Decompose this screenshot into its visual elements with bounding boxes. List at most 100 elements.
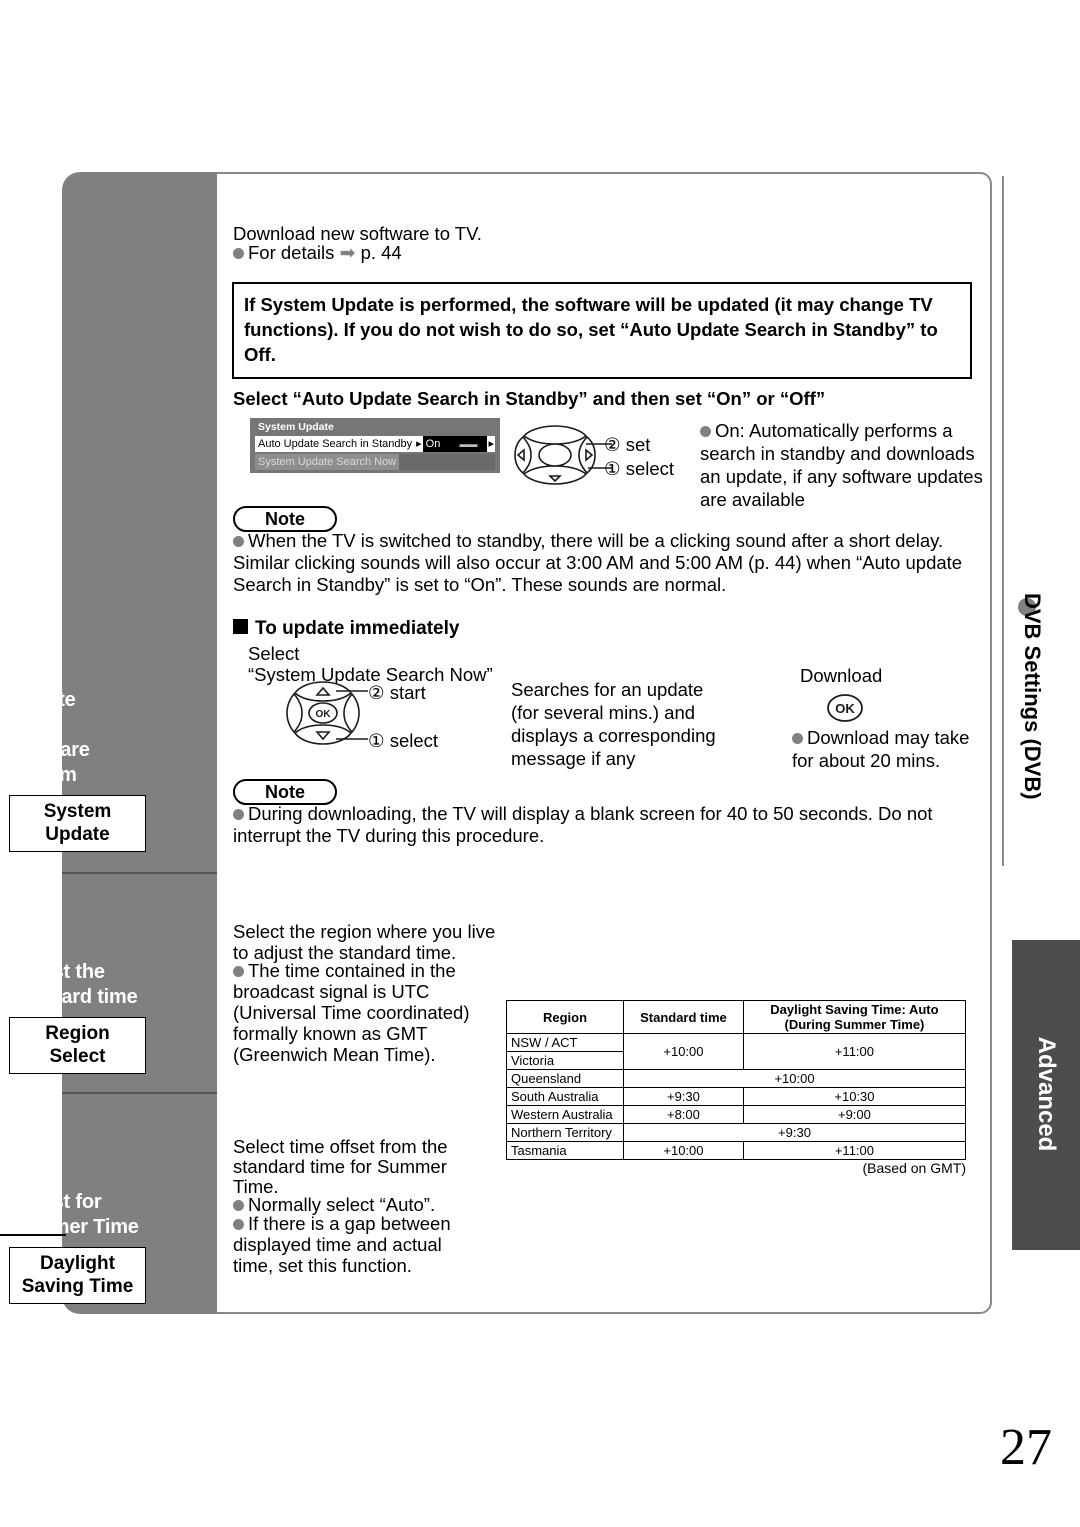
- sidebar-chip-region-select[interactable]: Region Select: [9, 1017, 146, 1074]
- ok-button-icon[interactable]: OK: [824, 692, 866, 724]
- table-header-row: Region Standard time Daylight Saving Tim…: [506, 1000, 967, 1034]
- heading-line: software: [9, 739, 90, 761]
- cell-standard-time: +8:00: [623, 1105, 744, 1124]
- note-1-text: When the TV is switched to standby, ther…: [233, 530, 978, 596]
- table-row: Queensland +10:00: [506, 1069, 966, 1088]
- immediate-select-line1: Select: [248, 643, 300, 664]
- osd-row-empty-value: [399, 454, 495, 470]
- right-rail-divider: [1002, 176, 1004, 866]
- sidebar-chip-system-update[interactable]: System Update: [9, 795, 146, 852]
- dst-bullet-2: If there is a gap between displayed time…: [233, 1213, 478, 1276]
- page-reference[interactable]: p. 44: [361, 242, 402, 263]
- step-heading: Select “Auto Update Search in Standby” a…: [233, 388, 826, 409]
- heading-line: Adjust for: [9, 1191, 102, 1213]
- sidebar-section-heading: Adjust the standard time: [3, 960, 152, 1010]
- osd-row-auto-update[interactable]: Auto Update Search in Standby ▸ On ▬▬ ▸: [255, 436, 495, 452]
- cell-dst: +10:30: [742, 1087, 967, 1106]
- heading-line: standard time: [9, 986, 138, 1008]
- cell-standard-time: +9:30: [623, 1123, 966, 1142]
- bullet-icon: [233, 248, 244, 259]
- dst-header-line1: Daylight Saving Time: Auto: [770, 1002, 939, 1017]
- region-line1: Select the region where you live: [233, 921, 496, 942]
- heading-line: Adjust the: [9, 961, 105, 983]
- note-badge-1: Note: [233, 506, 337, 532]
- chip-line: System: [43, 801, 112, 822]
- chip-line: Region: [45, 1023, 110, 1044]
- osd-value-text: On: [425, 438, 441, 450]
- cell-standard-time: +9:30: [623, 1087, 744, 1106]
- tv-osd-screenshot: System Update Auto Update Search in Stan…: [250, 418, 500, 473]
- cell-region: Northern Territory: [506, 1123, 624, 1142]
- osd-row-label: System Update Search Now: [255, 454, 400, 470]
- bullet-icon: [700, 426, 711, 437]
- advanced-tab-label: Advanced: [1033, 1036, 1060, 1152]
- on-description-text: On: Automatically performs a search in s…: [700, 420, 983, 510]
- dst-bullet-2-text: If there is a gap between displayed time…: [233, 1213, 451, 1276]
- osd-row-label: Auto Update Search in Standby: [255, 436, 416, 452]
- cell-dst: +11:00: [742, 1033, 967, 1070]
- sidebar-section-daylight-saving: Adjust for Summer Time Daylight Saving T…: [0, 1096, 155, 1314]
- chip-line: Saving Time: [21, 1276, 134, 1297]
- warning-box: If System Update is performed, the softw…: [232, 282, 972, 379]
- square-bullet-icon: [233, 619, 248, 634]
- chip-line: Select: [49, 1046, 106, 1067]
- osd-right-caret-icon: ▸: [487, 436, 495, 452]
- table-row: Northern Territory +9:30: [506, 1123, 966, 1142]
- heading-line: Update: [9, 689, 76, 711]
- sidebar-section-heading: Update TV’s software system: [3, 688, 152, 788]
- dst-bullet-1-text: Normally select “Auto”.: [248, 1194, 436, 1215]
- page-number: 27: [1000, 1419, 1052, 1476]
- note-badge-2: Note: [233, 779, 337, 805]
- osd-row-value[interactable]: On ▬▬: [422, 436, 488, 452]
- cell-region: Victoria: [506, 1051, 624, 1070]
- table-footnote: (Based on GMT): [862, 1160, 966, 1176]
- chip-line: Update: [45, 824, 110, 845]
- cell-dst: +11:00: [742, 1141, 967, 1160]
- svg-text:OK: OK: [835, 701, 855, 716]
- update-immediately-label: To update immediately: [255, 618, 460, 639]
- bullet-icon: [233, 536, 244, 547]
- arrow-right-icon: ➡: [339, 243, 356, 264]
- cell-standard-time: +10:00: [623, 1141, 744, 1160]
- osd-row-search-now[interactable]: System Update Search Now: [255, 454, 495, 470]
- cell-standard-time: +10:00: [623, 1033, 744, 1070]
- dvb-settings-rail: DVB Settings (DVB): [1012, 593, 1048, 868]
- heading-line: Summer Time: [9, 1216, 139, 1238]
- note-1-body: When the TV is switched to standby, ther…: [233, 530, 963, 595]
- cell-region: NSW / ACT: [506, 1033, 624, 1052]
- bullet-icon: [233, 809, 244, 820]
- on-description: On: Automatically performs a search in s…: [700, 419, 985, 511]
- sidebar-section-heading: Adjust for Summer Time: [3, 1190, 152, 1240]
- chip-line: Daylight: [40, 1253, 115, 1274]
- table-header-region: Region: [506, 1000, 624, 1034]
- download-label: Download: [800, 665, 883, 686]
- table-row: NSW / ACT +10:00 +11:00: [506, 1033, 967, 1070]
- heading-line: system: [9, 764, 77, 786]
- dst-bullet-1: Normally select “Auto”.: [233, 1194, 498, 1215]
- advanced-tab[interactable]: Advanced: [1012, 940, 1080, 1250]
- region-bullet: The time contained in the broadcast sign…: [233, 960, 498, 1065]
- osd-slider-icon: ▬▬: [459, 439, 478, 449]
- dvb-settings-label: DVB Settings (DVB): [1020, 593, 1045, 800]
- sidebar-chip-daylight-saving-time[interactable]: Daylight Saving Time: [9, 1247, 146, 1304]
- table-header-dst: Daylight Saving Time: Auto (During Summe…: [742, 1000, 967, 1034]
- osd-title: System Update: [258, 421, 334, 433]
- svg-text:OK: OK: [316, 709, 332, 720]
- table-row: Tasmania +10:00 +11:00: [506, 1141, 967, 1160]
- dpad-callout-lines-2: [336, 690, 368, 740]
- download-note-text: Download may take for about 20 mins.: [792, 727, 970, 771]
- osd-left-caret-icon: ▸: [415, 436, 423, 452]
- bullet-icon: [792, 733, 803, 744]
- cell-region: Western Australia: [506, 1105, 624, 1124]
- download-note: Download may take for about 20 mins.: [792, 726, 982, 772]
- searches-description: Searches for an update (for several mins…: [511, 679, 716, 769]
- cell-region: Queensland: [506, 1069, 624, 1088]
- table-row: Western Australia +8:00 +9:00: [506, 1105, 967, 1124]
- update-immediately-heading: To update immediately: [233, 617, 459, 640]
- intro-bullet-text: For details: [248, 242, 335, 263]
- table-header-standard-time: Standard time: [623, 1000, 744, 1034]
- sidebar-section-region-select: Adjust the standard time Region Select: [0, 876, 155, 1084]
- bullet-icon: [233, 1219, 244, 1230]
- cell-region: Tasmania: [506, 1141, 624, 1160]
- manual-page: Update TV’s software system System Updat…: [0, 0, 1080, 1527]
